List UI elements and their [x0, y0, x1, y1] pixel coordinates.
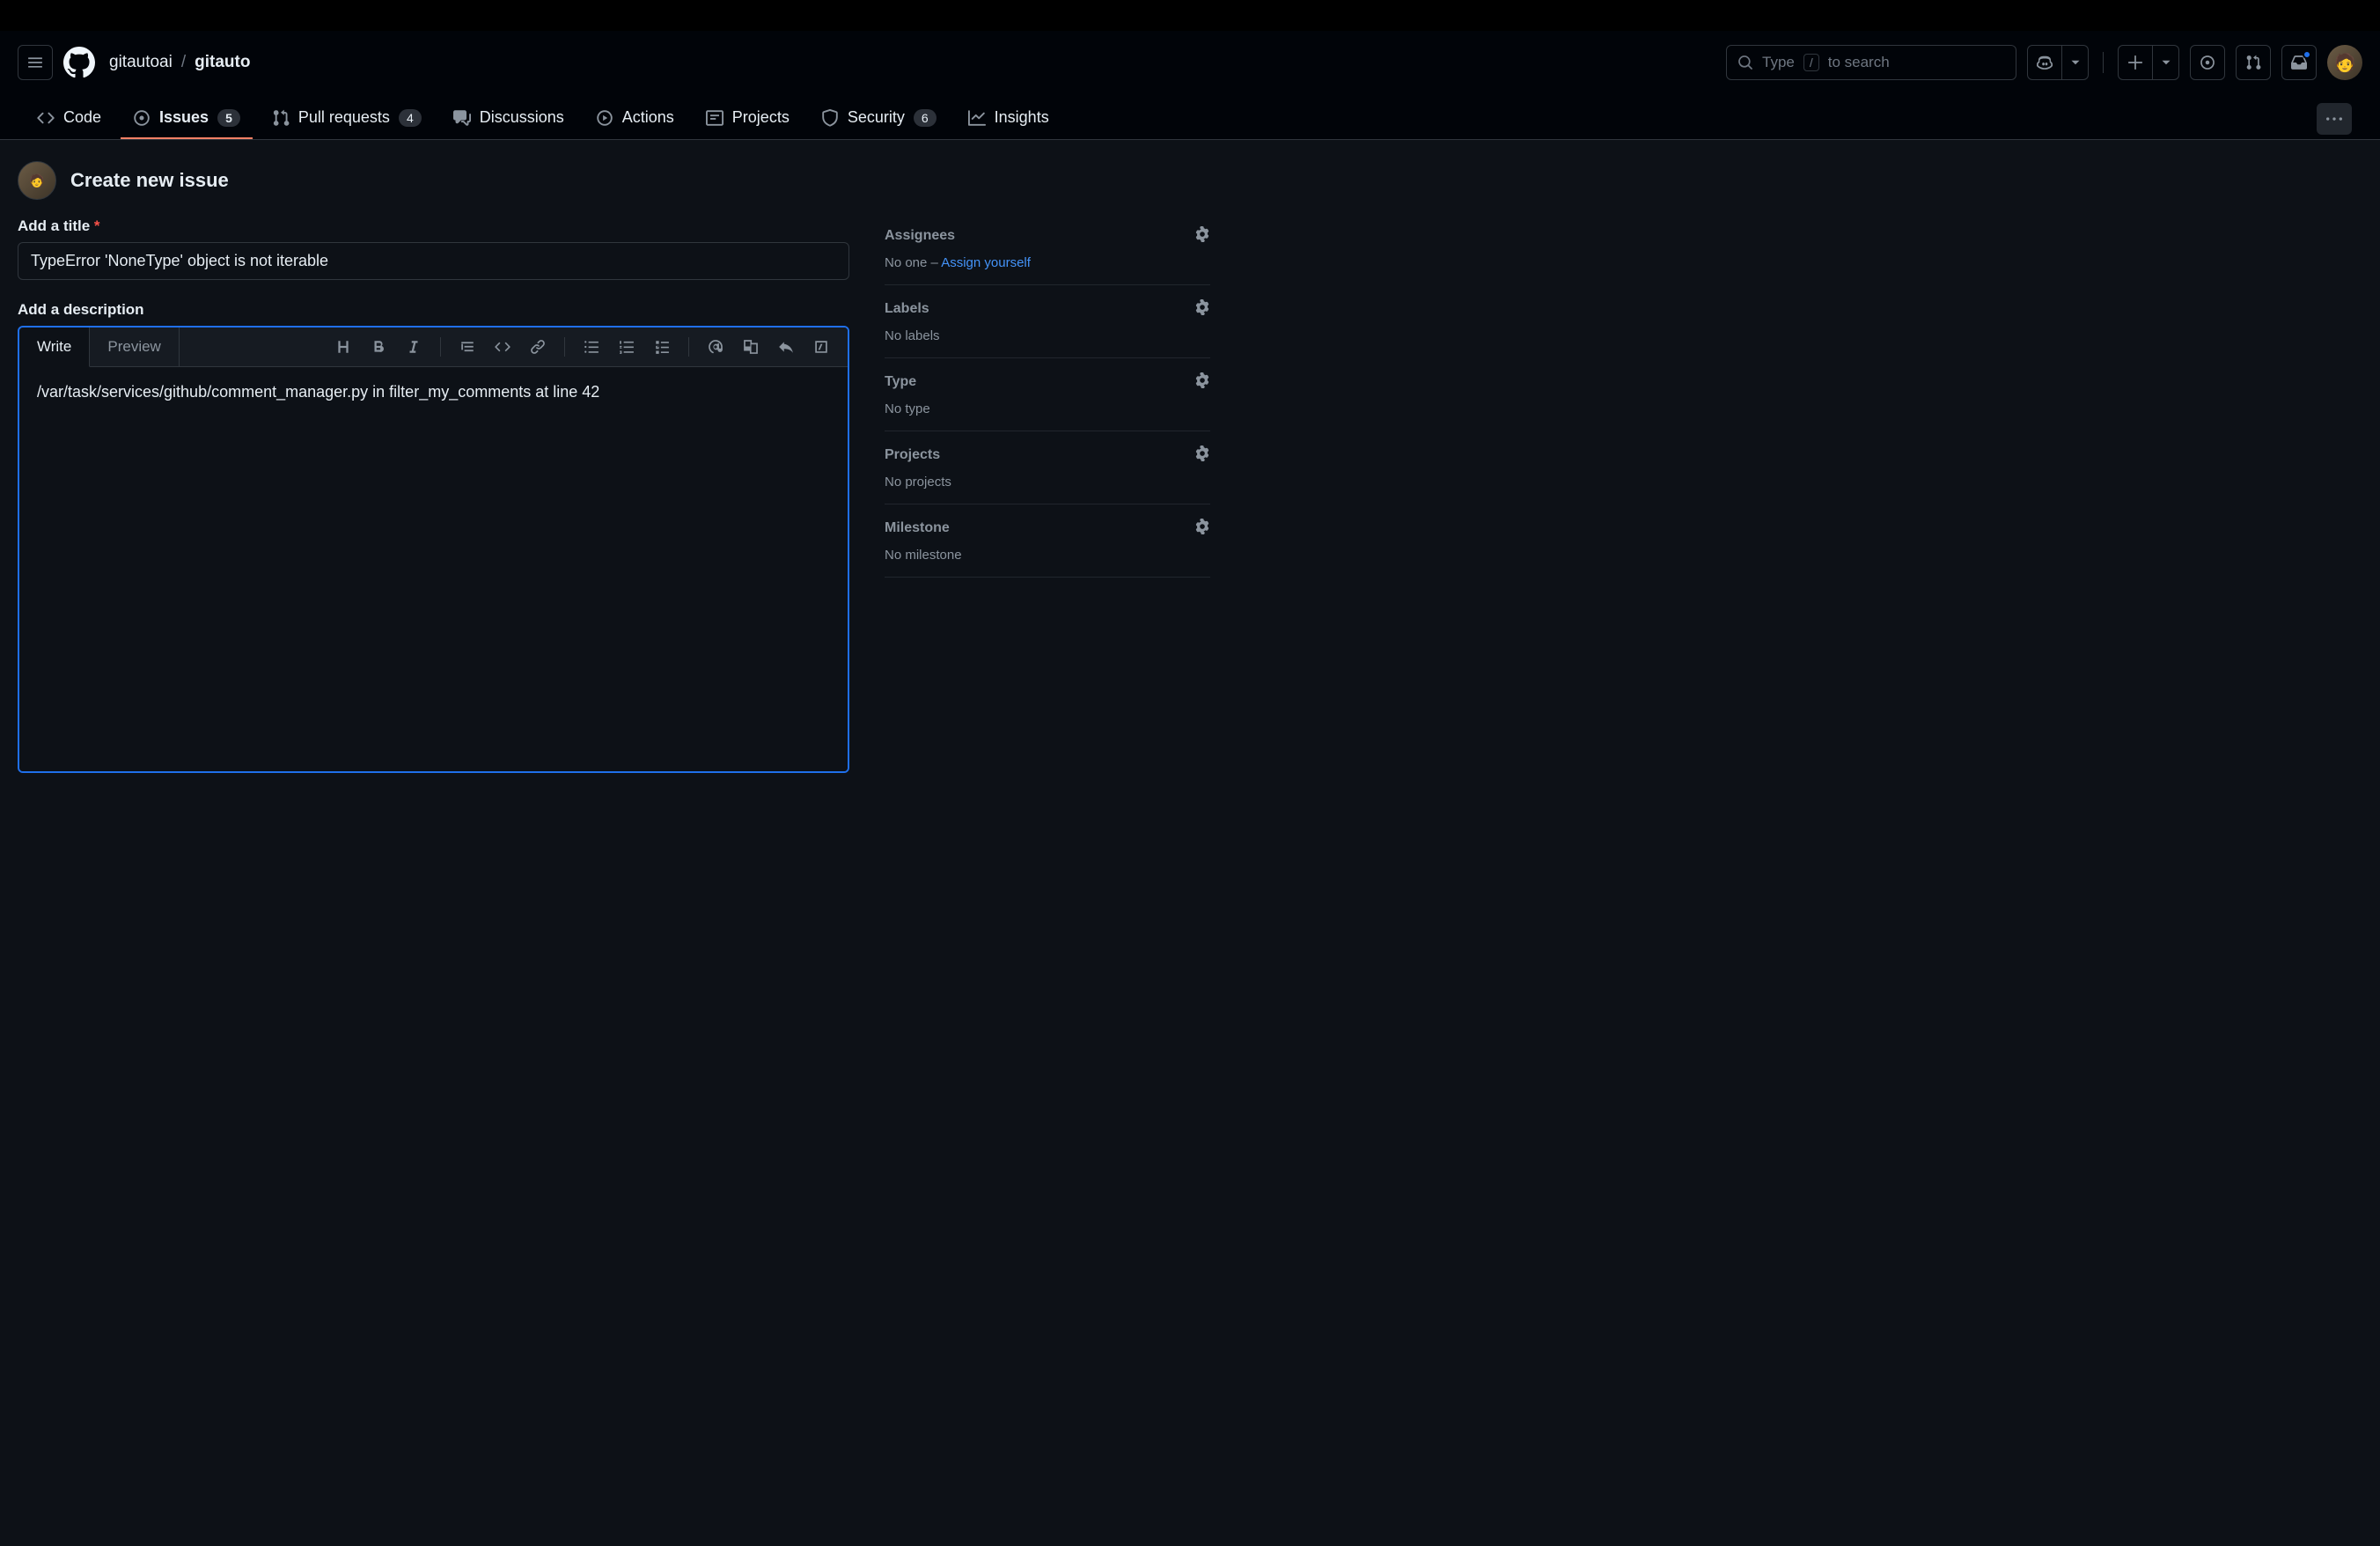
- milestone-section: Milestone No milestone: [885, 504, 1210, 578]
- projects-gear-icon[interactable]: [1194, 445, 1210, 464]
- search-slash-key: /: [1803, 54, 1819, 71]
- bold-button[interactable]: [363, 331, 394, 363]
- repo-link[interactable]: gitauto: [195, 53, 250, 72]
- menu-button[interactable]: [18, 45, 53, 80]
- tab-insights-label: Insights: [995, 108, 1049, 127]
- search-input[interactable]: Type / to search: [1726, 45, 2016, 80]
- tab-security-count: 6: [914, 109, 937, 127]
- chevron-down-icon: [2068, 55, 2083, 70]
- reply-button[interactable]: [770, 331, 802, 363]
- tab-projects-label: Projects: [732, 108, 790, 127]
- plus-icon: [2127, 55, 2143, 70]
- author-avatar[interactable]: 🧑: [18, 161, 56, 200]
- write-tab[interactable]: Write: [19, 328, 90, 367]
- tab-actions-label: Actions: [622, 108, 674, 127]
- assignees-none: No one –: [885, 255, 941, 270]
- kebab-icon: [2326, 111, 2342, 127]
- tab-pulls-label: Pull requests: [298, 108, 390, 127]
- tab-issues-label: Issues: [159, 108, 209, 127]
- tab-code[interactable]: Code: [25, 98, 114, 139]
- tab-actions[interactable]: Actions: [584, 98, 687, 139]
- reference-button[interactable]: [735, 331, 767, 363]
- labels-title: Labels: [885, 301, 929, 317]
- tab-code-label: Code: [63, 108, 101, 127]
- milestone-title: Milestone: [885, 520, 950, 536]
- tab-overflow-button[interactable]: [2317, 103, 2352, 135]
- shield-icon: [821, 109, 839, 127]
- assignees-gear-icon[interactable]: [1194, 226, 1210, 245]
- milestone-gear-icon[interactable]: [1194, 519, 1210, 537]
- mention-button[interactable]: [700, 331, 731, 363]
- pull-request-icon: [2245, 55, 2261, 70]
- type-none: No type: [885, 401, 1210, 416]
- issues-button[interactable]: [2190, 45, 2225, 80]
- type-title: Type: [885, 374, 916, 390]
- user-avatar[interactable]: 🧑: [2327, 45, 2362, 80]
- chevron-down-icon: [2158, 55, 2174, 70]
- labels-none: No labels: [885, 328, 1210, 343]
- tab-pull-requests[interactable]: Pull requests 4: [260, 98, 434, 139]
- tab-discussions-label: Discussions: [480, 108, 564, 127]
- tab-discussions[interactable]: Discussions: [441, 98, 577, 139]
- owner-link[interactable]: gitautoai: [109, 53, 173, 72]
- slash-commands-button[interactable]: [805, 331, 837, 363]
- notifications-button[interactable]: [2281, 45, 2317, 80]
- projects-section: Projects No projects: [885, 431, 1210, 504]
- search-icon: [1737, 55, 1753, 70]
- issue-icon: [133, 109, 151, 127]
- ordered-list-button[interactable]: [611, 331, 643, 363]
- projects-title: Projects: [885, 447, 940, 463]
- tab-security-label: Security: [848, 108, 905, 127]
- type-gear-icon[interactable]: [1194, 372, 1210, 391]
- quote-button[interactable]: [452, 331, 483, 363]
- assignees-section: Assignees No one – Assign yourself: [885, 212, 1210, 285]
- code-button[interactable]: [487, 331, 518, 363]
- issue-icon: [2200, 55, 2215, 70]
- description-editor: Write Preview: [18, 326, 849, 773]
- pull-request-icon: [272, 109, 290, 127]
- milestone-none: No milestone: [885, 548, 1210, 563]
- issue-title-input[interactable]: [18, 242, 849, 280]
- description-textarea[interactable]: /var/task/services/github/comment_manage…: [37, 383, 830, 753]
- repo-tabs: Code Issues 5 Pull requests 4 Discussion…: [18, 98, 2362, 139]
- discussion-icon: [453, 109, 471, 127]
- graph-icon: [968, 109, 986, 127]
- description-label: Add a description: [18, 301, 849, 319]
- project-icon: [706, 109, 724, 127]
- search-suffix: to search: [1828, 54, 1890, 71]
- create-new-dropdown[interactable]: [2153, 45, 2179, 80]
- copilot-button[interactable]: [2027, 45, 2062, 80]
- link-button[interactable]: [522, 331, 554, 363]
- pull-requests-button[interactable]: [2236, 45, 2271, 80]
- labels-section: Labels No labels: [885, 285, 1210, 358]
- breadcrumb: gitautoai / gitauto: [109, 53, 250, 72]
- tab-insights[interactable]: Insights: [956, 98, 1061, 139]
- tab-issues-count: 5: [217, 109, 240, 127]
- title-label: Add a title *: [18, 217, 849, 235]
- create-new-button[interactable]: [2118, 45, 2153, 80]
- page-title: Create new issue: [70, 169, 229, 192]
- labels-gear-icon[interactable]: [1194, 299, 1210, 318]
- tab-pulls-count: 4: [399, 109, 422, 127]
- global-header: gitautoai / gitauto Type / to search: [0, 31, 2380, 140]
- tab-issues[interactable]: Issues 5: [121, 98, 253, 139]
- tab-projects[interactable]: Projects: [694, 98, 802, 139]
- copilot-dropdown[interactable]: [2062, 45, 2089, 80]
- breadcrumb-separator: /: [181, 53, 186, 72]
- play-icon: [596, 109, 613, 127]
- preview-tab[interactable]: Preview: [90, 328, 179, 367]
- assign-yourself-link[interactable]: Assign yourself: [941, 255, 1031, 270]
- tab-security[interactable]: Security 6: [809, 98, 949, 139]
- code-icon: [37, 109, 55, 127]
- heading-button[interactable]: [327, 331, 359, 363]
- italic-button[interactable]: [398, 331, 430, 363]
- unordered-list-button[interactable]: [576, 331, 607, 363]
- github-logo-icon[interactable]: [63, 47, 95, 78]
- type-section: Type No type: [885, 358, 1210, 431]
- notification-indicator: [2303, 50, 2311, 59]
- search-prefix: Type: [1762, 54, 1795, 71]
- task-list-button[interactable]: [646, 331, 678, 363]
- projects-none: No projects: [885, 475, 1210, 490]
- assignees-title: Assignees: [885, 228, 955, 244]
